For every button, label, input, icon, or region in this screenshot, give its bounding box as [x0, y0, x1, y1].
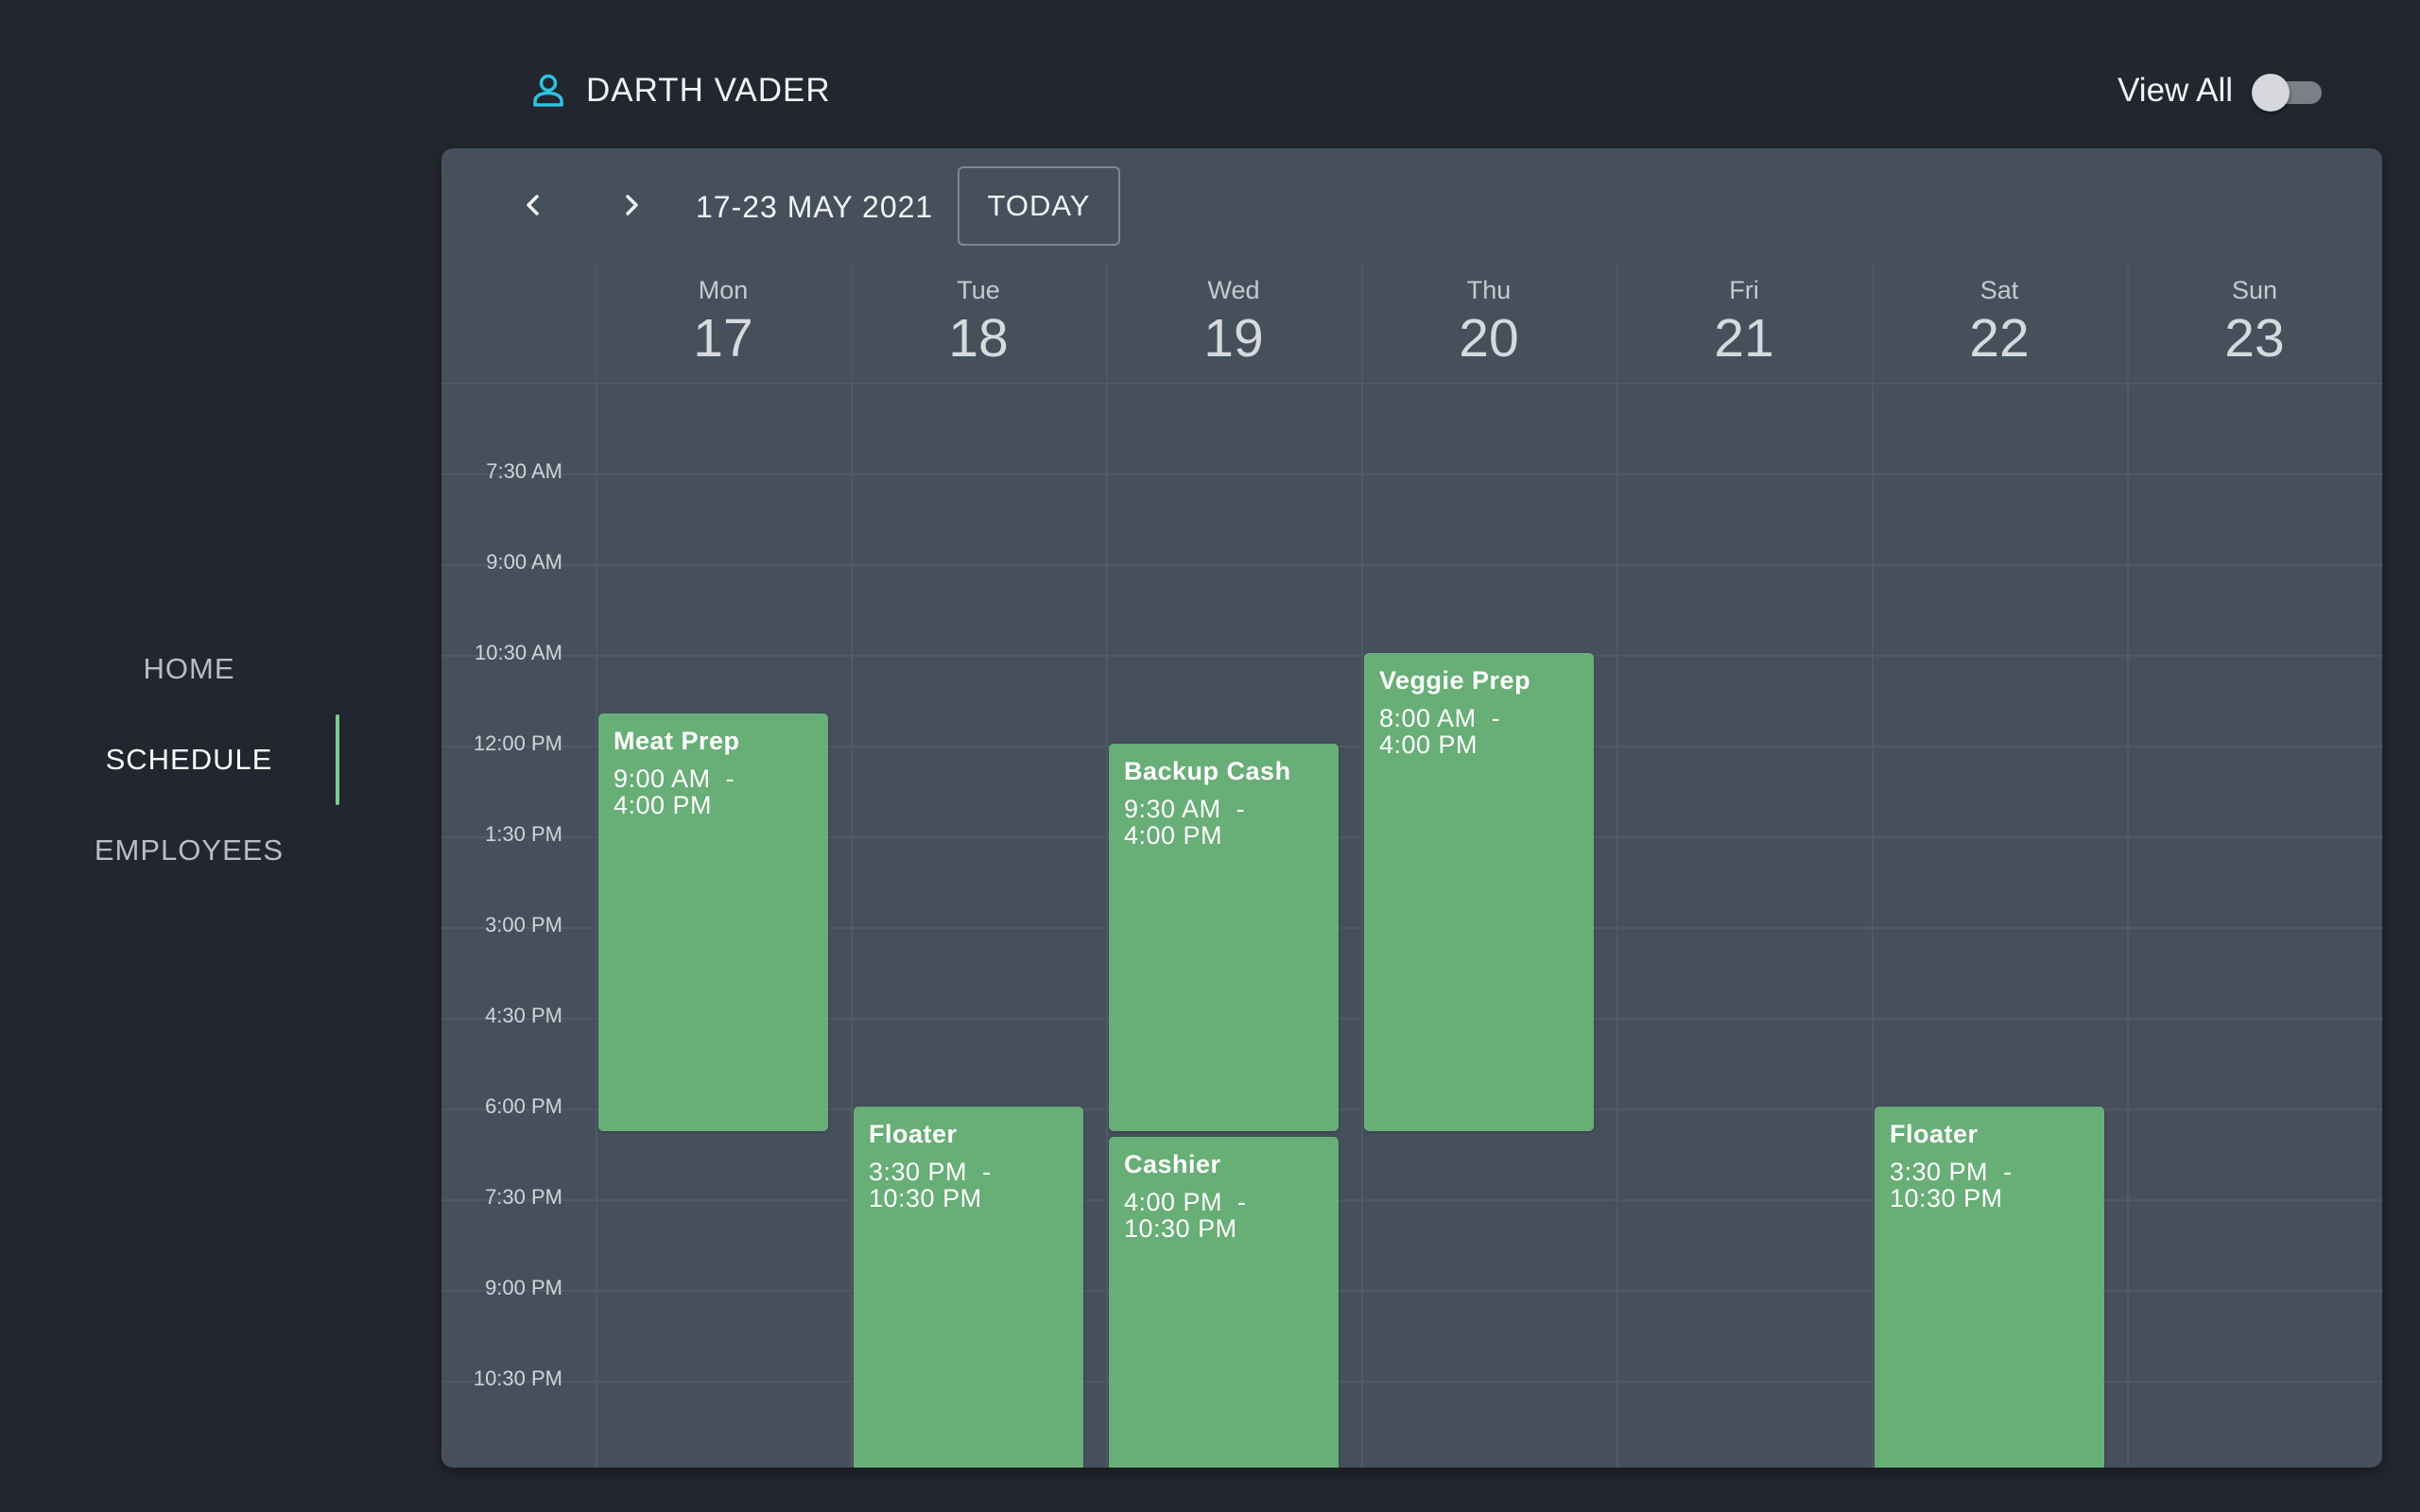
time-label: 9:00 PM — [485, 1276, 562, 1299]
view-all-label: View All — [2118, 72, 2233, 109]
event-end: 10:30 PM — [1890, 1184, 2003, 1212]
day-name: Wed — [1207, 276, 1260, 304]
day-number: 22 — [1969, 308, 2030, 369]
event-cashier[interactable]: Cashier 4:00 PM - 10:30 PM — [1109, 1137, 1339, 1468]
grid-divider — [1361, 383, 1363, 1468]
event-time: 3:30 PM - 10:30 PM — [869, 1158, 992, 1212]
time-label: 10:30 AM — [475, 641, 562, 664]
grid-divider — [596, 383, 597, 1468]
day-header-tue[interactable]: Tue 18 — [851, 265, 1106, 383]
event-start: 4:00 PM — [1124, 1188, 1223, 1216]
day-number: 19 — [1203, 308, 1264, 369]
event-start: 3:30 PM — [1890, 1158, 1989, 1186]
event-end: 10:30 PM — [1124, 1214, 1237, 1243]
grid-line — [441, 383, 2382, 385]
day-number: 23 — [2224, 308, 2285, 369]
time-label: 10:30 PM — [473, 1366, 562, 1390]
day-header-wed[interactable]: Wed 19 — [1106, 265, 1361, 383]
nav-item-label: HOME — [143, 652, 235, 685]
current-user: DARTH VADER — [529, 66, 831, 115]
event-title: Backup Cash — [1124, 757, 1291, 785]
event-time: 4:00 PM - 10:30 PM — [1124, 1188, 1247, 1243]
time-label: 1:30 PM — [485, 822, 562, 846]
toggle-knob — [2252, 74, 2290, 112]
nav-item-home[interactable]: HOME — [0, 624, 378, 714]
grid-divider — [851, 383, 853, 1468]
event-meat-prep[interactable]: Meat Prep 9:00 AM - 4:00 PM — [598, 713, 828, 1131]
event-start: 8:00 AM — [1379, 704, 1477, 732]
event-end: 4:00 PM — [1124, 821, 1223, 850]
view-all-control: View All — [2118, 66, 2322, 115]
grid-divider — [1106, 383, 1108, 1468]
event-end: 4:00 PM — [614, 791, 713, 819]
time-label: 4:30 PM — [485, 1004, 562, 1027]
chevron-right-icon — [617, 191, 646, 224]
day-header-sat[interactable]: Sat 22 — [1872, 265, 2127, 383]
day-name: Thu — [1466, 276, 1512, 304]
time-grid: 7:30 AM 9:00 AM 10:30 AM 12:00 PM 1:30 P… — [441, 383, 2382, 1468]
time-label: 7:30 PM — [485, 1185, 562, 1209]
event-title: Meat Prep — [614, 727, 740, 755]
event-start: 3:30 PM — [869, 1158, 968, 1186]
event-floater-tue[interactable]: Floater 3:30 PM - 10:30 PM — [854, 1107, 1083, 1468]
grid-divider — [1616, 383, 1618, 1468]
event-time: 9:30 AM - 4:00 PM — [1124, 795, 1246, 850]
event-end: 10:30 PM — [869, 1184, 982, 1212]
grid-line — [441, 473, 2382, 475]
event-veggie-prep[interactable]: Veggie Prep 8:00 AM - 4:00 PM — [1364, 653, 1594, 1131]
day-name: Fri — [1729, 276, 1759, 304]
time-label: 3:00 PM — [485, 913, 562, 936]
nav-item-employees[interactable]: EMPLOYEES — [0, 805, 378, 896]
event-title: Veggie Prep — [1379, 666, 1531, 695]
date-range-label: 17-23 MAY 2021 — [696, 189, 934, 224]
event-start: 9:00 AM — [614, 765, 711, 793]
app-root: HOME SCHEDULE EMPLOYEES DARTH VADER View… — [0, 0, 2420, 1512]
time-label: 7:30 AM — [486, 459, 562, 483]
grid-divider — [2127, 383, 2129, 1468]
person-icon — [529, 72, 567, 110]
day-number: 21 — [1714, 308, 1774, 369]
event-end: 4:00 PM — [1379, 730, 1478, 759]
time-label: 9:00 AM — [486, 550, 562, 574]
event-start: 9:30 AM — [1124, 795, 1221, 823]
nav-item-label: EMPLOYEES — [94, 833, 285, 867]
day-name: Tue — [957, 276, 1000, 304]
day-number: 17 — [693, 308, 753, 369]
calendar-card: 17-23 MAY 2021 TODAY Mon 17 Tue 18 Wed 1… — [441, 148, 2382, 1468]
event-title: Floater — [1890, 1120, 1979, 1148]
event-time: 3:30 PM - 10:30 PM — [1890, 1158, 2013, 1212]
chevron-left-icon — [519, 191, 547, 224]
nav-item-label: SCHEDULE — [105, 743, 273, 776]
day-header-thu[interactable]: Thu 20 — [1361, 265, 1616, 383]
time-label: 6:00 PM — [485, 1094, 562, 1118]
event-time: 9:00 AM - 4:00 PM — [614, 765, 735, 819]
day-header-fri[interactable]: Fri 21 — [1616, 265, 1872, 383]
day-number: 18 — [948, 308, 1009, 369]
event-floater-sat[interactable]: Floater 3:30 PM - 10:30 PM — [1875, 1107, 2104, 1468]
day-name: Mon — [698, 276, 749, 304]
today-button[interactable]: TODAY — [958, 166, 1120, 246]
time-label: 12:00 PM — [473, 731, 562, 755]
grid-line — [441, 564, 2382, 566]
grid-divider — [1872, 383, 1874, 1468]
day-name: Sat — [1979, 276, 2019, 304]
view-all-toggle[interactable] — [2252, 74, 2322, 112]
calendar-toolbar: 17-23 MAY 2021 TODAY — [441, 148, 2382, 265]
nav-item-schedule[interactable]: SCHEDULE — [0, 714, 378, 805]
day-header-mon[interactable]: Mon 17 — [596, 265, 851, 383]
event-title: Floater — [869, 1120, 958, 1148]
day-number: 20 — [1459, 308, 1519, 369]
day-header-sun[interactable]: Sun 23 — [2127, 265, 2382, 383]
next-week-button[interactable] — [598, 174, 665, 240]
day-name: Sun — [2231, 276, 2278, 304]
event-time: 8:00 AM - 4:00 PM — [1379, 704, 1501, 759]
event-backup-cash[interactable]: Backup Cash 9:30 AM - 4:00 PM — [1109, 744, 1339, 1131]
nav-active-indicator — [336, 714, 339, 805]
user-name: DARTH VADER — [586, 72, 831, 109]
previous-week-button[interactable] — [500, 174, 566, 240]
event-title: Cashier — [1124, 1150, 1221, 1178]
